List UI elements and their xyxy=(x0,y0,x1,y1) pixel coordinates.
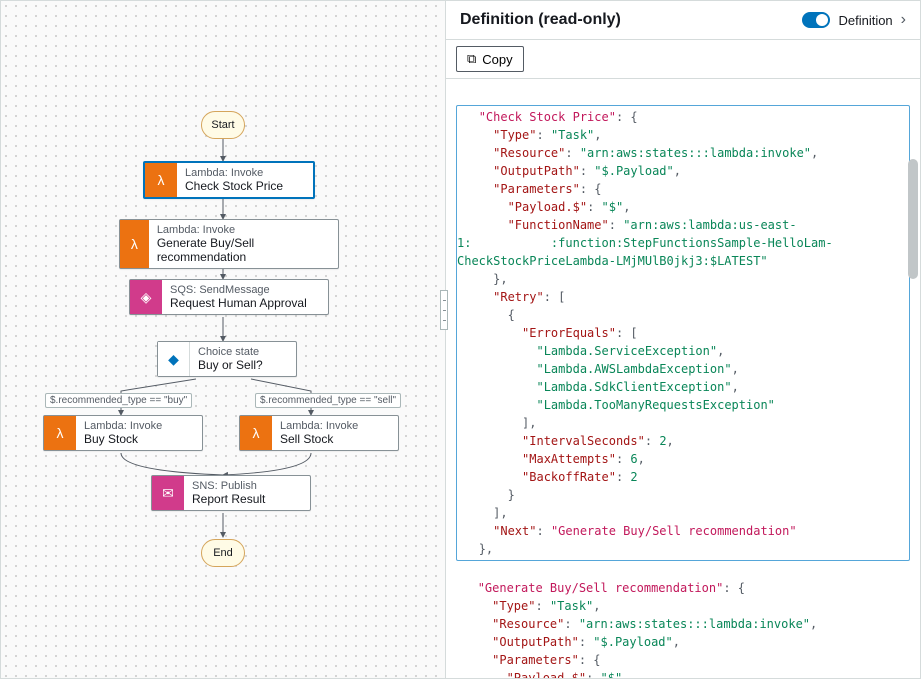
node-buy-stock[interactable]: λ Lambda: InvokeBuy Stock xyxy=(43,415,203,451)
node-generate-recommendation[interactable]: λ Lambda: InvokeGenerate Buy/Sell recomm… xyxy=(119,219,339,269)
lambda-icon: λ xyxy=(240,416,272,450)
node-sell-stock[interactable]: λ Lambda: InvokeSell Stock xyxy=(239,415,399,451)
condition-sell: $.recommended_type == "sell" xyxy=(255,393,401,408)
condition-buy: $.recommended_type == "buy" xyxy=(45,393,192,408)
node-check-stock-price[interactable]: λ Lambda: InvokeCheck Stock Price xyxy=(143,161,315,199)
node-choice[interactable]: ◆ Choice stateBuy or Sell? xyxy=(157,341,297,377)
scrollbar[interactable] xyxy=(908,159,918,279)
choice-icon: ◆ xyxy=(158,342,190,376)
lambda-icon: λ xyxy=(120,220,149,268)
workflow-canvas[interactable]: Start λ Lambda: InvokeCheck Stock Price … xyxy=(1,1,445,678)
node-report-result[interactable]: ✉ SNS: PublishReport Result xyxy=(151,475,311,511)
lambda-icon: λ xyxy=(44,416,76,450)
definition-toggle[interactable] xyxy=(802,12,830,28)
sqs-icon: ◈ xyxy=(130,280,162,314)
copy-button[interactable]: ⧉ Copy xyxy=(456,46,524,72)
panel-title: Definition (read-only) xyxy=(460,11,621,29)
connectors xyxy=(1,1,445,678)
copy-icon: ⧉ xyxy=(467,51,476,67)
sns-icon: ✉ xyxy=(152,476,184,510)
start-node[interactable]: Start xyxy=(201,111,245,139)
end-node[interactable]: End xyxy=(201,539,245,567)
chevron-right-icon[interactable]: › xyxy=(901,11,906,29)
lambda-icon: λ xyxy=(145,163,177,197)
node-request-approval[interactable]: ◈ SQS: SendMessageRequest Human Approval xyxy=(129,279,329,315)
code-viewer[interactable]: "Check Stock Price": { "Type": "Task", "… xyxy=(446,79,920,678)
